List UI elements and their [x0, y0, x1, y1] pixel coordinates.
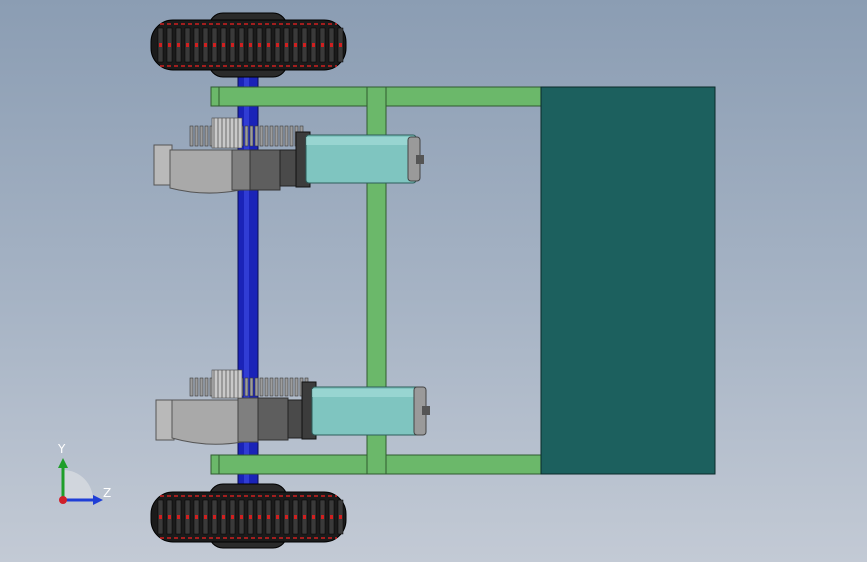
top-wheel-tread	[157, 27, 344, 63]
bottom-wheel-tread	[157, 499, 344, 535]
top-wheel[interactable]	[150, 12, 347, 78]
battery-panel[interactable]	[540, 86, 716, 475]
assembly-model[interactable]	[0, 0, 867, 562]
coordinate-triad-icon	[58, 458, 103, 505]
z-axis-label: Z	[103, 486, 112, 500]
lower-drive-unit[interactable]	[155, 369, 430, 445]
cad-viewport[interactable]: Y Z	[0, 0, 867, 562]
y-axis-label: Y	[58, 442, 66, 456]
bottom-wheel[interactable]	[150, 483, 347, 549]
